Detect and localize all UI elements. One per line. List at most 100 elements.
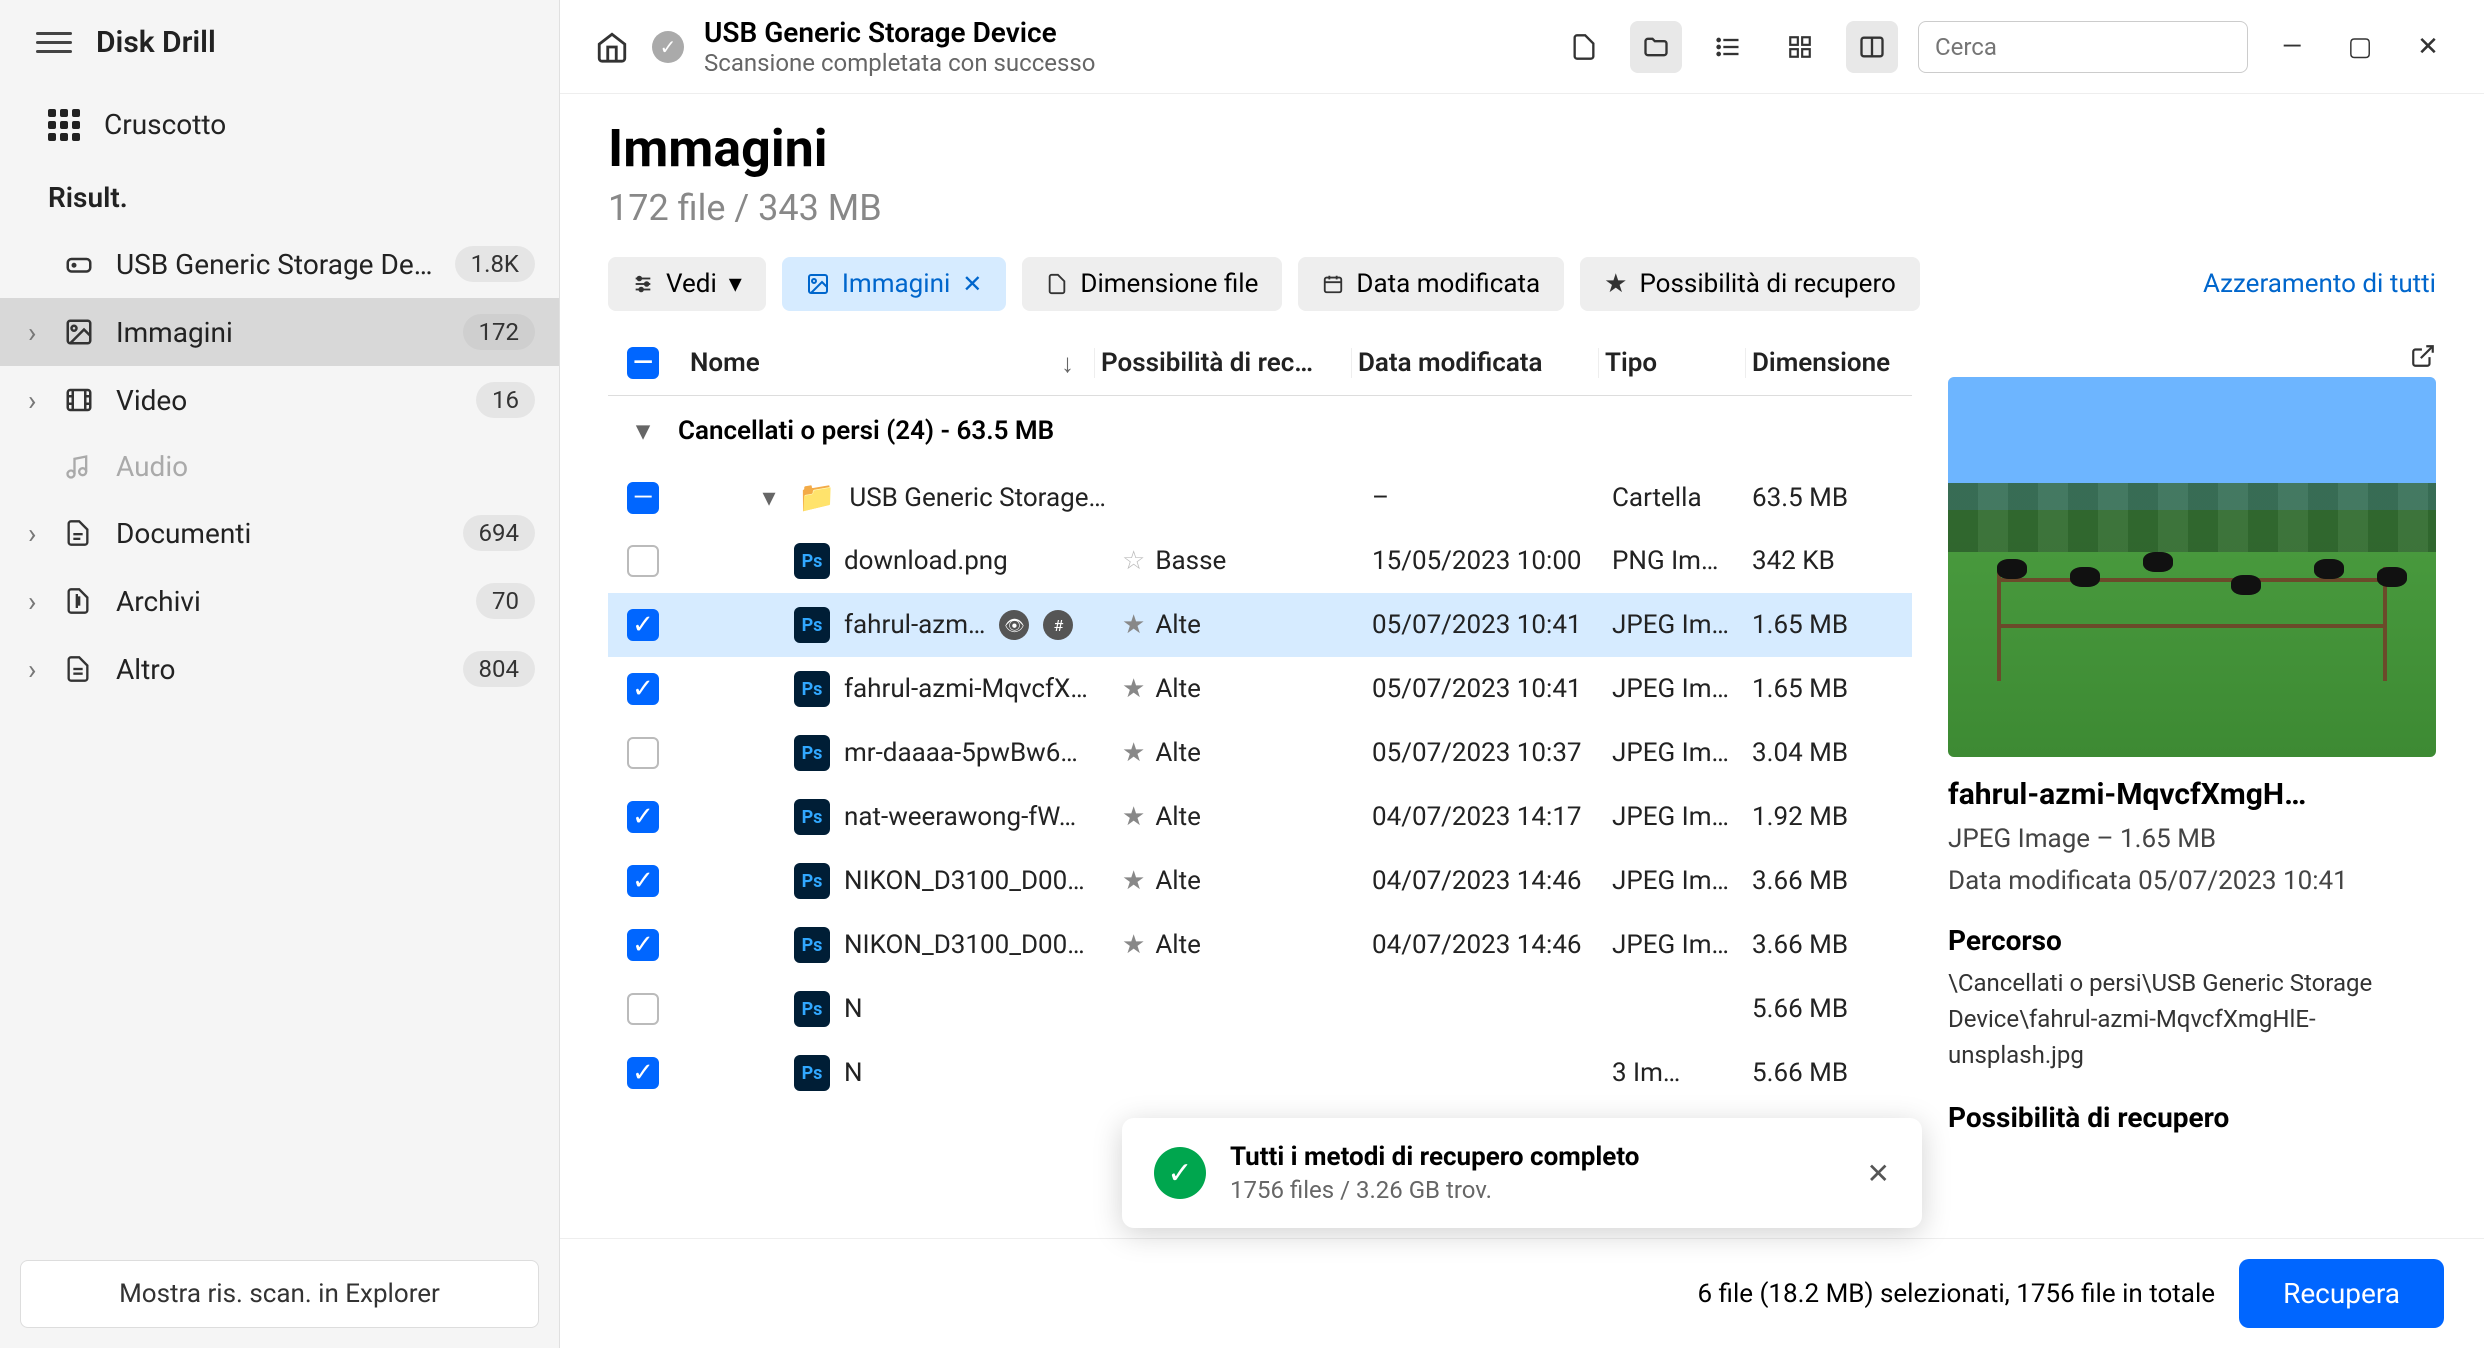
file-view-icon[interactable] — [1558, 21, 1610, 73]
file-type: 3 Im… — [1612, 1058, 1752, 1088]
col-date[interactable]: Data modificata — [1358, 348, 1598, 378]
table-row[interactable]: Psdownload.png ☆Basse15/05/2023 10:00PNG… — [608, 529, 1912, 593]
maximize-button[interactable]: ▢ — [2336, 23, 2384, 71]
sidebar-item-archive[interactable]: ›Archivi70 — [0, 567, 559, 635]
sort-arrow-icon[interactable]: ↓ — [1061, 348, 1074, 379]
row-checkbox[interactable]: ✓ — [627, 865, 659, 897]
col-name[interactable]: Nome — [690, 348, 760, 378]
row-checkbox[interactable] — [627, 737, 659, 769]
filter-recovery-chance[interactable]: ★ Possibilità di recupero — [1580, 257, 1920, 311]
file-size: 3.66 MB — [1752, 866, 1912, 896]
table-row[interactable]: ✓Psnat-weerawong-fW… ★Alte04/07/2023 14:… — [608, 785, 1912, 849]
file-name: N — [844, 1058, 863, 1088]
sidebar-item-other[interactable]: ›Altro804 — [0, 635, 559, 703]
col-size[interactable]: Dimensione — [1752, 348, 1912, 378]
drive-icon — [64, 249, 100, 279]
table-row[interactable]: Psmr-daaaa-5pwBw6… ★Alte05/07/2023 10:37… — [608, 721, 1912, 785]
star-icon: ★ — [1604, 269, 1627, 299]
grid-view-icon[interactable] — [1774, 21, 1826, 73]
row-checkbox[interactable]: ✓ — [627, 609, 659, 641]
table-row[interactable]: ✓PsNIKON_D3100_D00… ★Alte04/07/2023 14:4… — [608, 913, 1912, 977]
ps-file-icon: Ps — [794, 607, 830, 643]
file-size: 3.66 MB — [1752, 930, 1912, 960]
device-title: USB Generic Storage Device — [704, 16, 1095, 49]
sidebar-dashboard[interactable]: Cruscotto — [0, 84, 559, 165]
table-row[interactable]: ✓Psfahrul-azm… 👁 #★Alte05/07/2023 10:41J… — [608, 593, 1912, 657]
filter-size[interactable]: Dimensione file — [1022, 257, 1282, 311]
external-link-icon[interactable] — [2410, 343, 2436, 369]
row-checkbox[interactable]: — — [627, 482, 659, 514]
section-header[interactable]: ▾ Cancellati o persi (24) - 63.5 MB — [608, 396, 1912, 466]
view-filter[interactable]: Vedi ▾ — [608, 257, 766, 311]
bottom-bar: 6 file (18.2 MB) selezionati, 1756 file … — [560, 1238, 2484, 1348]
sidebar-item-doc[interactable]: ›Documenti694 — [0, 499, 559, 567]
close-icon[interactable]: ✕ — [962, 270, 982, 298]
sidebar-item-label: Archivi — [116, 585, 460, 618]
toast-close-button[interactable]: ✕ — [1867, 1157, 1890, 1190]
folder-row[interactable]: — ▾ 📁 USB Generic Storage… – Cartella 63… — [608, 466, 1912, 529]
sidebar-item-video[interactable]: ›Video16 — [0, 366, 559, 434]
row-checkbox[interactable] — [627, 545, 659, 577]
close-button[interactable]: ✕ — [2404, 23, 2452, 71]
sidebar-item-image[interactable]: ›Immagini172 — [0, 298, 559, 366]
search-input[interactable] — [1935, 33, 2246, 61]
preview-filename: fahrul-azmi-MqvcfXmgH… — [1948, 777, 2436, 812]
row-checkbox[interactable] — [627, 993, 659, 1025]
chevron-down-icon[interactable]: ▾ — [754, 483, 784, 513]
list-view-icon[interactable] — [1702, 21, 1754, 73]
sidebar-item-audio[interactable]: Audio — [0, 434, 559, 499]
reset-filters-link[interactable]: Azzeramento di tutti — [2203, 269, 2436, 299]
preview-image — [1948, 377, 2436, 757]
sidebar-item-badge: 804 — [463, 651, 535, 687]
star-icon: ★ — [1122, 674, 1145, 704]
row-checkbox[interactable]: ✓ — [627, 1057, 659, 1089]
sidebar-item-drive[interactable]: USB Generic Storage De… 1.8K — [0, 230, 559, 298]
hamburger-menu[interactable] — [36, 24, 72, 60]
table-row[interactable]: ✓PsN 3 Im…5.66 MB — [608, 1041, 1912, 1105]
folder-view-icon[interactable] — [1630, 21, 1682, 73]
grid-icon — [48, 109, 80, 141]
page-title: Immagini — [608, 118, 2436, 179]
minimize-button[interactable]: — — [2268, 23, 2316, 71]
chevron-right-icon: › — [28, 384, 48, 417]
sliders-icon — [632, 273, 654, 295]
sidebar-item-badge: 1.8K — [455, 246, 535, 282]
sidebar-section-label: Risult. — [0, 165, 559, 230]
sidebar-item-label: USB Generic Storage De… — [116, 248, 439, 281]
home-icon[interactable] — [592, 27, 632, 67]
search-box[interactable] — [1918, 21, 2248, 73]
show-in-explorer-button[interactable]: Mostra ris. scan. in Explorer — [20, 1260, 539, 1328]
row-checkbox[interactable]: ✓ — [627, 929, 659, 961]
ps-file-icon: Ps — [794, 799, 830, 835]
archive-icon — [64, 587, 100, 615]
recovery-label: Alte — [1155, 738, 1201, 768]
chevron-down-icon[interactable]: ▾ — [608, 416, 678, 446]
filter-date[interactable]: Data modificata — [1298, 257, 1564, 311]
file-icon — [1046, 273, 1068, 295]
split-view-icon[interactable] — [1846, 21, 1898, 73]
select-all-checkbox[interactable]: — — [627, 347, 659, 379]
recover-button[interactable]: Recupera — [2239, 1259, 2444, 1328]
row-checkbox[interactable]: ✓ — [627, 801, 659, 833]
recovery-label: Basse — [1155, 546, 1226, 576]
table-row[interactable]: ✓Psfahrul-azmi-MqvcfX… ★Alte05/07/2023 1… — [608, 657, 1912, 721]
table-row[interactable]: ✓PsNIKON_D3100_D00… ★Alte04/07/2023 14:4… — [608, 849, 1912, 913]
col-type[interactable]: Tipo — [1605, 348, 1745, 378]
file-size: 5.66 MB — [1752, 994, 1912, 1024]
image-icon — [806, 272, 830, 296]
file-date: 05/07/2023 10:41 — [1372, 610, 1612, 640]
file-name: fahrul-azmi-MqvcfX… — [844, 674, 1088, 704]
star-icon: ★ — [1122, 866, 1145, 896]
col-recovery[interactable]: Possibilità di rec… — [1101, 348, 1351, 378]
file-type: JPEG Im… — [1612, 930, 1752, 960]
row-checkbox[interactable]: ✓ — [627, 673, 659, 705]
file-date: 04/07/2023 14:17 — [1372, 802, 1612, 832]
app-title: Disk Drill — [96, 25, 216, 60]
preview-type-size: JPEG Image – 1.65 MB — [1948, 824, 2436, 854]
table-row[interactable]: PsN 5.66 MB — [608, 977, 1912, 1041]
file-size: 342 KB — [1752, 546, 1912, 576]
preview-date: Data modificata 05/07/2023 10:41 — [1948, 866, 2436, 896]
filter-images[interactable]: Immagini ✕ — [782, 257, 1007, 311]
file-date: 04/07/2023 14:46 — [1372, 930, 1612, 960]
sidebar-item-badge: 694 — [463, 515, 535, 551]
